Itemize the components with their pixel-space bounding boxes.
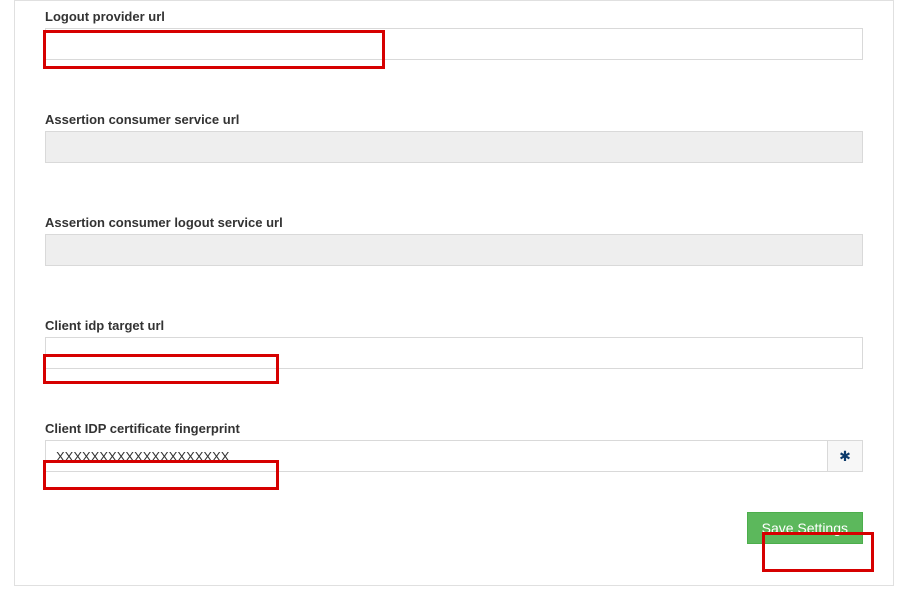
settings-content: Logout provider url Assertion consumer s… — [15, 1, 893, 564]
field-client-idp-fp: Client IDP certificate fingerprint ✱ — [45, 421, 863, 472]
label-logout-provider: Logout provider url — [45, 9, 863, 24]
input-client-idp-target[interactable] — [45, 337, 863, 369]
label-acs: Assertion consumer service url — [45, 112, 863, 127]
input-acs-logout — [45, 234, 863, 266]
save-button[interactable]: Save Settings — [747, 512, 863, 544]
field-logout-provider: Logout provider url — [45, 9, 863, 60]
asterisk-icon[interactable]: ✱ — [827, 440, 863, 472]
field-acs: Assertion consumer service url — [45, 112, 863, 163]
field-client-idp-target: Client idp target url — [45, 318, 863, 369]
input-acs — [45, 131, 863, 163]
input-client-idp-fp[interactable] — [45, 440, 827, 472]
label-client-idp-target: Client idp target url — [45, 318, 863, 333]
input-logout-provider[interactable] — [45, 28, 863, 60]
asterisk-glyph: ✱ — [839, 448, 851, 465]
settings-panel: Logout provider url Assertion consumer s… — [14, 0, 894, 586]
actions-row: Save Settings — [45, 512, 863, 544]
label-acs-logout: Assertion consumer logout service url — [45, 215, 863, 230]
input-group-client-idp-fp: ✱ — [45, 440, 863, 472]
label-client-idp-fp: Client IDP certificate fingerprint — [45, 421, 863, 436]
field-acs-logout: Assertion consumer logout service url — [45, 215, 863, 266]
